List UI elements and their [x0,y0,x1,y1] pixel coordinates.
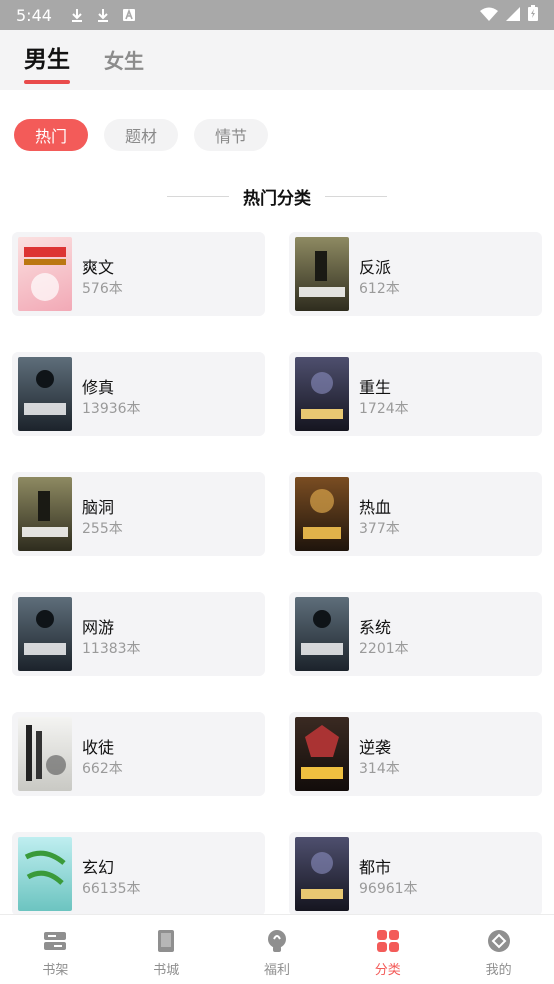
section-title: 热门分类 [243,188,311,209]
signal-icon [506,6,520,25]
category-name: 都市 [359,858,392,877]
book-cover [295,357,349,431]
keyboard-icon [122,8,136,22]
category-card[interactable]: 热血 377本 [289,472,542,556]
divider-right [325,195,387,197]
category-card[interactable]: 反派 612本 [289,232,542,316]
category-count: 96961本 [359,881,418,897]
book-cover [18,237,72,311]
nav-label: 福利 [263,963,290,978]
nav-label: 我的 [485,963,512,978]
chip-theme[interactable]: 题材 [104,119,178,151]
category-count: 2201本 [359,641,409,657]
tab-male[interactable]: 男生 [24,40,70,90]
battery-icon [528,5,538,25]
category-count: 66135本 [82,881,141,897]
category-count: 11383本 [82,641,141,657]
chip-plot[interactable]: 情节 [194,119,268,151]
category-name: 收徒 [82,738,115,757]
category-name: 玄幻 [82,858,115,877]
category-icon [376,929,400,953]
category-card[interactable]: 网游 11383本 [12,592,265,676]
category-card[interactable]: 都市 96961本 [289,832,542,916]
divider-left [167,195,229,197]
book-cover [18,597,72,671]
category-name: 反派 [359,258,392,277]
book-cover [18,477,72,551]
category-count: 612本 [359,281,400,297]
category-name: 爽文 [82,258,115,277]
category-card[interactable]: 玄幻 66135本 [12,832,265,916]
book-cover [295,597,349,671]
category-name: 网游 [82,618,115,637]
book-cover [295,837,349,911]
category-name: 脑洞 [82,498,115,517]
category-name: 修真 [82,378,115,397]
profile-icon [487,929,511,953]
download-icon [70,8,84,22]
chip-hot[interactable]: 热门 [14,119,88,151]
book-cover [295,717,349,791]
category-card[interactable]: 重生 1724本 [289,352,542,436]
category-name: 系统 [359,618,392,637]
book-cover [295,237,349,311]
nav-label: 书架 [42,963,69,978]
category-card[interactable]: 系统 2201本 [289,592,542,676]
category-card[interactable]: 爽文 576本 [12,232,265,316]
download-icon [96,8,110,22]
status-bar: 5:44 [0,0,554,30]
section-header: 热门分类 [0,182,554,210]
nav-bookstore[interactable]: 书城 [111,915,222,984]
category-count: 314本 [359,761,400,777]
nav-welfare[interactable]: 福利 [222,915,333,984]
category-name: 逆袭 [359,738,392,757]
category-name: 重生 [359,378,392,397]
gift-icon [265,929,289,953]
category-card[interactable]: 脑洞 255本 [12,472,265,556]
gender-tabs: 男生 女生 [0,30,554,90]
book-cover [295,477,349,551]
category-name: 热血 [359,498,392,517]
category-card[interactable]: 修真 13936本 [12,352,265,436]
nav-label: 书城 [153,963,180,978]
category-count: 377本 [359,521,400,537]
book-cover [18,717,72,791]
category-count: 255本 [82,521,123,537]
book-icon [154,929,178,953]
category-card[interactable]: 逆袭 314本 [289,712,542,796]
nav-bookshelf[interactable]: 书架 [0,915,111,984]
status-time: 5:44 [16,5,52,25]
nav-label: 分类 [374,963,401,978]
category-count: 576本 [82,281,123,297]
bookshelf-icon [43,929,67,953]
nav-profile[interactable]: 我的 [443,915,554,984]
bottom-nav: 书架 书城 福利 分类 我的 [0,914,554,984]
book-cover [18,357,72,431]
category-count: 13936本 [82,401,141,417]
wifi-icon [480,6,498,25]
category-card[interactable]: 收徒 662本 [12,712,265,796]
category-count: 662本 [82,761,123,777]
tab-female[interactable]: 女生 [104,45,144,90]
category-count: 1724本 [359,401,409,417]
book-cover [18,837,72,911]
filter-chips: 热门 题材 情节 [14,119,268,151]
nav-category[interactable]: 分类 [332,915,443,984]
